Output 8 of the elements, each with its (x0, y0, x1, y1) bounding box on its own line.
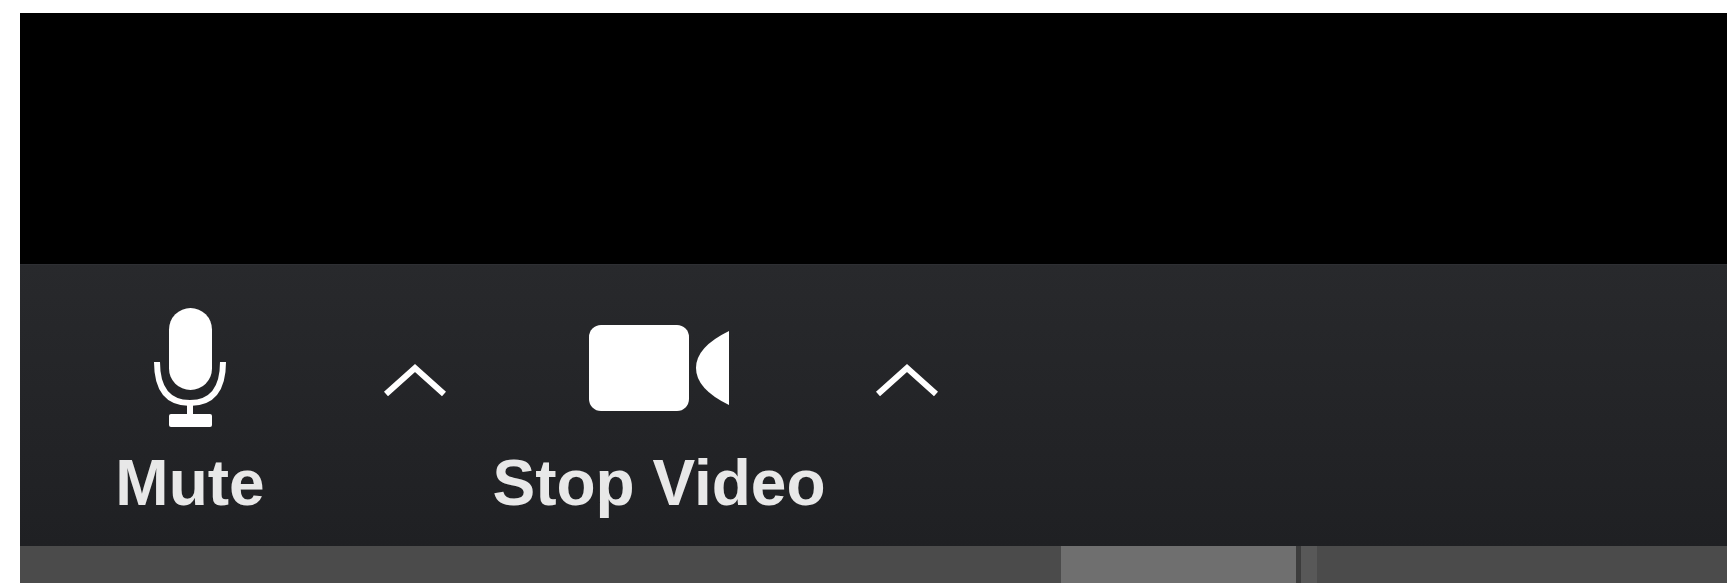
caret-button[interactable] (875, 363, 939, 397)
microphone-icon (152, 308, 228, 428)
caret-icon (875, 363, 939, 397)
camera-icon (589, 325, 729, 411)
toolbar-button[interactable]: Mute (90, 265, 290, 518)
caret-button[interactable] (383, 363, 447, 397)
caret-icon (383, 363, 447, 397)
toolbar-button[interactable]: Stop Video (489, 265, 829, 518)
